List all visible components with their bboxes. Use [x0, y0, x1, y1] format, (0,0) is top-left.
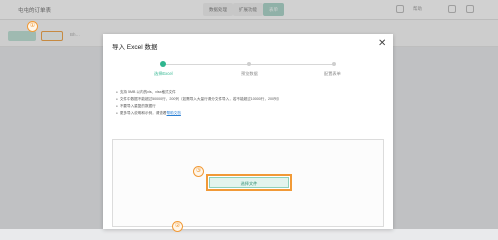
step-marker-2: ②	[172, 221, 183, 232]
rule-item: 更多导入说明和示例，请查看帮助文档	[116, 110, 376, 117]
rule-item: 文件中数据不能超过50000行，200列（如需导入大量行请分文件导入，若不能超过…	[116, 96, 376, 103]
import-rules-list: 支持 5MB 以内的xls、xlsx格式文件 文件中数据不能超过50000行，2…	[116, 89, 376, 117]
select-file-label: 选择文件	[209, 177, 289, 188]
file-drop-zone[interactable]: 选择文件	[112, 139, 384, 227]
step-1-label: 选择Excel	[154, 71, 173, 76]
step-connector	[163, 64, 249, 65]
step-marker-1: ①	[27, 21, 38, 32]
import-steps: 选择Excel 预览数据 配置表单	[154, 61, 341, 83]
rule-item: 不要导入重复的数据行	[116, 103, 376, 110]
step-3-dot	[332, 62, 336, 66]
import-excel-dialog: 导入 Excel 数据 ✕ 选择Excel 预览数据 配置表单 支持 5MB 以…	[103, 34, 393, 229]
step-3-label: 配置表单	[324, 71, 341, 76]
step-2-dot	[247, 62, 251, 66]
step-connector	[249, 64, 335, 65]
step-1-dot	[160, 61, 166, 67]
dialog-title: 导入 Excel 数据	[112, 44, 158, 51]
rule-item: 支持 5MB 以内的xls、xlsx格式文件	[116, 89, 376, 96]
close-icon[interactable]: ✕	[378, 39, 386, 49]
help-doc-link[interactable]: 帮助文档	[167, 111, 181, 115]
step-marker-3: ③	[193, 166, 204, 177]
select-file-button[interactable]: 选择文件	[206, 174, 292, 191]
step-2-label: 预览数据	[241, 71, 258, 76]
